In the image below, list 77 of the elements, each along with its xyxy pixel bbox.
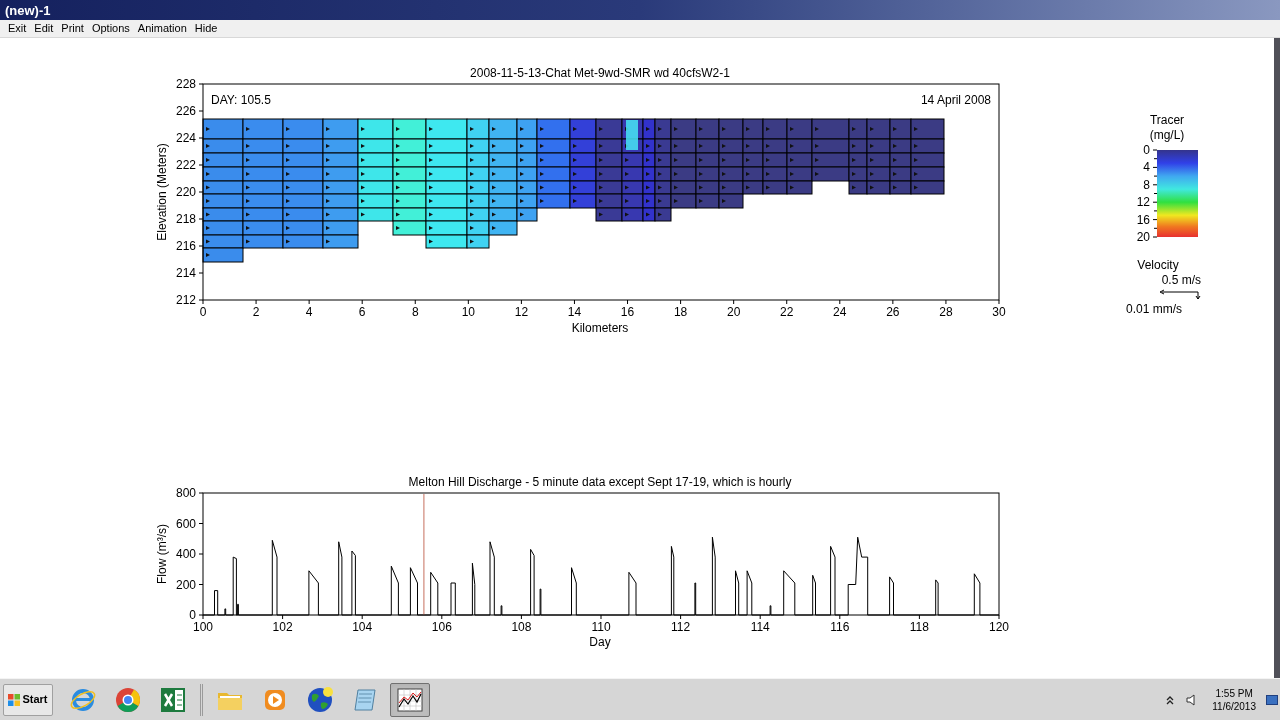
menu-item[interactable]: Hide	[191, 23, 221, 34]
start-button[interactable]: Start	[3, 683, 53, 716]
axis-tick-label: 100	[193, 620, 213, 634]
clock-date[interactable]: 11/6/2013	[1212, 699, 1256, 713]
axis-tick-label: 110	[591, 620, 611, 634]
axis-tick-label: 800	[175, 486, 196, 500]
axis-tick-label: 400	[175, 547, 196, 561]
axis-tick-label: 20	[727, 305, 741, 319]
axis-tick-label: 104	[352, 620, 373, 634]
window-title: (new)-1	[5, 3, 51, 17]
legend-title: Tracer	[1149, 113, 1185, 127]
axis-tick-label: 218	[175, 212, 196, 226]
legend-title: Velocity	[1137, 258, 1179, 272]
axis-tick-label: 108	[511, 620, 532, 634]
velocity-scale-arrow	[1159, 289, 1201, 300]
axis-tick-label: 112	[671, 620, 691, 634]
menu-item[interactable]: Edit	[31, 23, 57, 34]
axis-title: Flow (m³/s)	[155, 524, 169, 584]
axis-tick-label: 14	[567, 305, 582, 319]
scale-tick-label: 12	[1136, 195, 1150, 210]
legend-units: (mg/L)	[1149, 128, 1185, 142]
axis-tick-label: 222	[175, 158, 196, 172]
axis-tick-label: 228	[175, 77, 196, 91]
axis-tick-label: 214	[175, 266, 196, 280]
clock-time[interactable]: 1:55 PM	[1215, 686, 1253, 700]
axis-tick-label: 0	[189, 608, 196, 622]
axis-tick-label: 28	[939, 305, 953, 319]
date-label: 14 April 2008	[920, 93, 991, 107]
menu-item[interactable]: Exit	[5, 23, 30, 34]
axis-tick-label: 10	[461, 305, 475, 319]
velocity-scale-label: 0.01 mm/s	[1126, 302, 1182, 316]
axis-title: Elevation (Meters)	[155, 143, 169, 241]
menu-item[interactable]: Print	[58, 23, 87, 34]
axis-tick-label: 226	[175, 104, 196, 118]
axis-tick-label: 12	[514, 305, 529, 319]
taskbar-button[interactable]	[390, 682, 430, 717]
chart-title: 2008-11-5-13-Chat Met-9wd-SMR wd 40cfsW2-1	[470, 66, 730, 80]
windows-logo-icon	[8, 693, 21, 706]
scale-tick-label: 4	[1143, 160, 1150, 175]
show-desktop-button[interactable]	[1266, 694, 1278, 705]
scale-tick-label: 8	[1143, 177, 1150, 192]
axis-tick-label: 102	[272, 620, 293, 634]
axis-tick-label: 24	[833, 305, 847, 319]
speaker-icon[interactable]	[1186, 693, 1197, 706]
axis-tick-label: 200	[175, 577, 196, 592]
menu-item[interactable]: Options	[88, 23, 133, 34]
globe-icon	[305, 684, 335, 715]
axis-tick-label: 118	[909, 620, 929, 634]
show-hidden-icons-icon[interactable]	[1166, 694, 1175, 705]
axis-tick-label: 212	[175, 293, 196, 307]
axis-tick-label: 2	[252, 305, 260, 319]
axis-tick-label: 116	[830, 620, 850, 634]
scale-tick-label: 16	[1136, 212, 1150, 227]
scale-tick-label: 20	[1136, 230, 1150, 244]
axis-tick-label: 220	[175, 185, 196, 199]
axis-tick-label: 216	[175, 239, 196, 253]
menu-item[interactable]: Animation	[134, 23, 190, 34]
axis-tick-label: 8	[411, 305, 419, 319]
axis-tick-label: 120	[989, 620, 1009, 634]
axis-tick-label: 0	[199, 305, 207, 319]
axis-tick-label: 114	[750, 620, 770, 634]
axis-tick-label: 600	[175, 516, 196, 531]
axis-tick-label: 106	[431, 620, 452, 634]
axis-tick-label: 22	[780, 305, 794, 319]
axis-tick-label: 4	[305, 305, 313, 319]
chart-title: Melton Hill Discharge - 5 minute data except Sept 17-19, which is hourly	[408, 475, 792, 489]
axis-tick-label: 16	[620, 305, 635, 319]
axis-title: Kilometers	[571, 321, 629, 335]
day-label: DAY: 105.5	[211, 93, 271, 107]
velocity-scale-label: 0.5 m/s	[1161, 273, 1201, 287]
axis-tick-label: 6	[358, 305, 366, 319]
axis-tick-label: 30	[992, 305, 1006, 319]
scale-tick-label: 0	[1143, 143, 1150, 157]
axis-tick-label: 224	[175, 131, 196, 145]
axis-tick-label: 18	[673, 305, 688, 319]
axis-title: Day	[589, 635, 611, 649]
axis-tick-label: 26	[886, 305, 900, 319]
